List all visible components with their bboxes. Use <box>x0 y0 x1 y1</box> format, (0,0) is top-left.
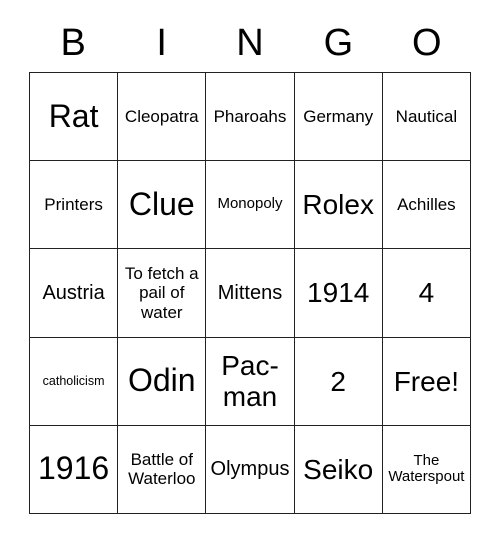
bingo-cell-label: Germany <box>303 107 374 127</box>
bingo-cell-label: Seiko <box>303 453 374 485</box>
bingo-cell-label: Free! <box>393 365 460 397</box>
bingo-cell-g4[interactable]: 2 <box>294 337 383 426</box>
bingo-cell-label: Clue <box>128 185 195 222</box>
bingo-card: B I N G O Rat Cleopatra Pharoahs Germany… <box>29 14 471 514</box>
bingo-cell-i2[interactable]: Clue <box>118 161 207 250</box>
bingo-cell-g2[interactable]: Rolex <box>294 161 383 250</box>
bingo-cell-o2[interactable]: Achilles <box>382 161 471 250</box>
bingo-cell-o5[interactable]: The Waterspout <box>382 425 471 514</box>
bingo-cell-label: 2 <box>330 365 346 397</box>
bingo-cell-label: Nautical <box>395 107 458 127</box>
header-letter-o: O <box>412 22 442 64</box>
bingo-grid: Rat Cleopatra Pharoahs Germany Nautical … <box>29 72 471 514</box>
header-letter-g: G <box>323 22 354 64</box>
bingo-cell-free-space[interactable]: Free! <box>382 337 471 426</box>
bingo-cell-label: Austria <box>42 281 105 304</box>
bingo-cell-n3[interactable]: Mittens <box>206 249 295 338</box>
header-letter-b: B <box>60 22 86 64</box>
bingo-cell-n2[interactable]: Monopoly <box>206 161 295 250</box>
bingo-cell-label: Mittens <box>217 281 283 304</box>
bingo-cell-label: catholicism <box>42 374 105 389</box>
bingo-cell-b3[interactable]: Austria <box>30 249 119 338</box>
bingo-cell-b2[interactable]: Printers <box>30 161 119 250</box>
bingo-cell-o3[interactable]: 4 <box>382 249 471 338</box>
bingo-cell-label: 1914 <box>307 277 370 309</box>
bingo-cell-i5[interactable]: Battle of Waterloo <box>118 425 207 514</box>
bingo-cell-i1[interactable]: Cleopatra <box>118 73 207 162</box>
bingo-cell-g5[interactable]: Seiko <box>294 425 383 514</box>
bingo-cell-label: Odin <box>127 362 196 399</box>
bingo-cell-label: Pac-man <box>221 349 279 413</box>
bingo-cell-label: Cleopatra <box>124 107 199 127</box>
bingo-cell-label: Monopoly <box>217 195 283 213</box>
bingo-cell-n5[interactable]: Olympus <box>206 425 295 514</box>
bingo-cell-g1[interactable]: Germany <box>294 73 383 162</box>
bingo-cell-label: 4 <box>418 277 435 309</box>
bingo-cell-label: To fetch a pail of water <box>124 264 199 322</box>
bingo-cell-label: The Waterspout <box>388 451 465 486</box>
bingo-cell-i4[interactable]: Odin <box>118 337 207 426</box>
bingo-cell-label: Rat <box>48 97 99 134</box>
bingo-cell-label: Rolex <box>302 189 374 221</box>
bingo-cell-b1[interactable]: Rat <box>30 73 119 162</box>
bingo-cell-label: 1916 <box>38 450 110 487</box>
bingo-cell-label: Achilles <box>397 195 456 215</box>
header-letter-n: N <box>236 22 264 64</box>
bingo-cell-label: Olympus <box>210 458 290 481</box>
bingo-cell-n1[interactable]: Pharoahs <box>206 73 295 162</box>
bingo-header-row: B I N G O <box>29 14 471 72</box>
bingo-cell-b5[interactable]: 1916 <box>30 425 119 514</box>
bingo-cell-g3[interactable]: 1914 <box>294 249 383 338</box>
bingo-cell-label: Pharoahs <box>213 107 287 127</box>
header-letter-i: I <box>156 22 167 64</box>
bingo-cell-label: Printers <box>44 195 103 215</box>
bingo-cell-o1[interactable]: Nautical <box>382 73 471 162</box>
bingo-cell-b4[interactable]: catholicism <box>30 337 119 426</box>
bingo-cell-label: Battle of Waterloo <box>128 450 196 489</box>
bingo-cell-i3[interactable]: To fetch a pail of water <box>118 249 207 338</box>
bingo-cell-n4[interactable]: Pac-man <box>206 337 295 426</box>
